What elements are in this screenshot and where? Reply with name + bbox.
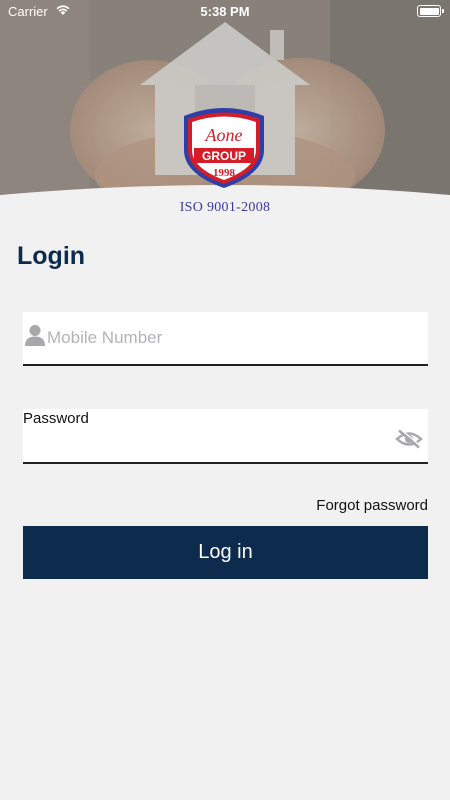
- eye-slash-icon[interactable]: [395, 429, 423, 449]
- battery-icon: [417, 5, 444, 17]
- logo-brand-text: Aone: [205, 125, 243, 145]
- password-label: Password: [23, 410, 89, 427]
- page-title: Login: [17, 242, 86, 270]
- forgot-password-link[interactable]: Forgot password: [316, 497, 428, 514]
- mobile-number-field: [23, 312, 428, 366]
- login-button[interactable]: Log in: [23, 526, 428, 579]
- aone-group-logo: Aone GROUP 1998: [184, 108, 264, 188]
- iso-certification-text: ISO 9001-2008: [179, 200, 271, 215]
- hero-banner: Aone GROUP 1998 ISO 9001-2008: [0, 0, 450, 225]
- logo-year-text: 1998: [213, 167, 236, 179]
- user-icon: [25, 325, 45, 346]
- status-time: 5:38 PM: [200, 4, 250, 19]
- password-input[interactable]: [23, 433, 383, 457]
- password-field: Password: [23, 409, 428, 464]
- status-bar: Carrier 5:38 PM: [0, 0, 450, 24]
- mobile-number-input[interactable]: [47, 325, 417, 351]
- logo-group-text: GROUP: [202, 149, 246, 163]
